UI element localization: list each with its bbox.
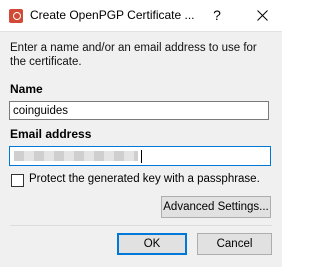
email-redacted-value bbox=[14, 151, 138, 161]
window-title: Create OpenPGP Certificate ... bbox=[30, 8, 195, 22]
ok-button[interactable]: OK bbox=[117, 233, 187, 255]
passphrase-checkbox[interactable] bbox=[11, 174, 24, 187]
email-field[interactable] bbox=[9, 146, 271, 166]
advanced-settings-button[interactable]: Advanced Settings... bbox=[161, 196, 271, 218]
text-caret bbox=[141, 150, 142, 163]
close-icon bbox=[256, 10, 268, 21]
close-button[interactable] bbox=[249, 2, 275, 29]
passphrase-label[interactable]: Protect the generated key with a passphr… bbox=[29, 173, 260, 185]
name-label: Name bbox=[10, 82, 43, 96]
button-row-divider bbox=[10, 225, 272, 226]
instructions-text: Enter a name and/or an email address to … bbox=[10, 42, 257, 68]
name-field[interactable]: coinguides bbox=[9, 101, 269, 120]
help-button[interactable]: ? bbox=[204, 2, 230, 29]
email-label: Email address bbox=[10, 127, 92, 141]
cancel-button[interactable]: Cancel bbox=[197, 233, 272, 255]
kleopatra-icon bbox=[9, 9, 23, 23]
title-bar[interactable]: Create OpenPGP Certificate ... ? bbox=[0, 0, 282, 31]
